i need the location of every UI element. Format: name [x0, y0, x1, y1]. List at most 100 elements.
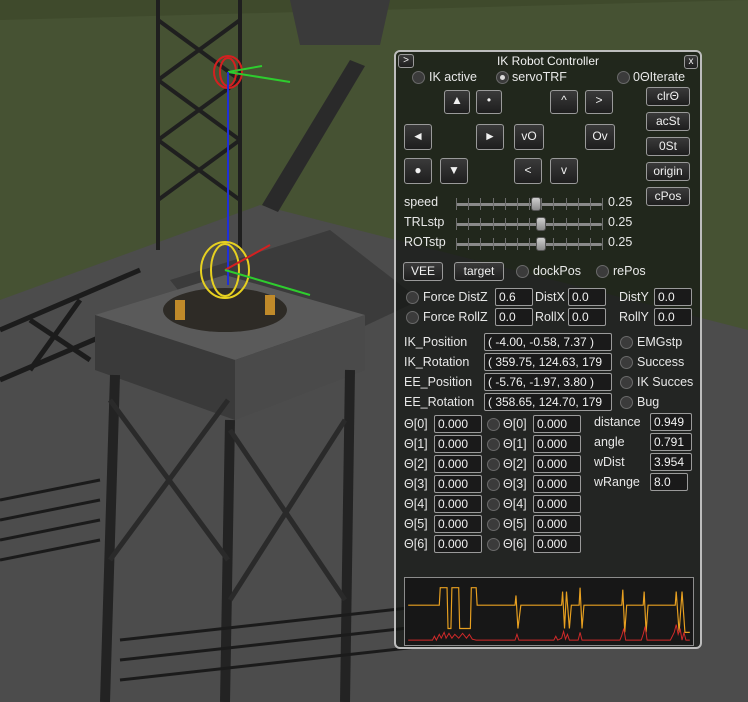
emg-stop-label: EMGstp [637, 335, 683, 349]
trl-step-slider-thumb[interactable] [535, 217, 546, 231]
roll-x-label: RollX [535, 310, 565, 324]
theta-lock-toggle-0[interactable] [487, 418, 500, 431]
zero-theta-iterate-toggle[interactable] [617, 71, 630, 84]
theta-input-6[interactable]: 0.000 [434, 535, 482, 553]
theta-label-6: Θ[6] [404, 537, 428, 551]
slider-tick [602, 198, 603, 210]
ik-position-label: IK_Position [404, 335, 468, 349]
speed-slider[interactable] [456, 197, 603, 211]
theta-target-input-3[interactable]: 0.000 [533, 475, 581, 493]
slider-tick [589, 238, 591, 250]
move-down-button[interactable]: ▼ [440, 158, 468, 184]
theta-lock-toggle-3[interactable] [487, 478, 500, 491]
theta-target-input-6[interactable]: 0.000 [533, 535, 581, 553]
theta-input-0[interactable]: 0.000 [434, 415, 482, 433]
speed-slider-thumb[interactable] [531, 197, 542, 211]
theta-target-input-0[interactable]: 0.000 [533, 415, 581, 433]
move-left-button[interactable]: ◄ [404, 124, 432, 150]
ik-rotation-value: ( 359.75, 124.63, 179 [484, 353, 612, 371]
ik-position-value: ( -4.00, -0.58, 7.37 ) [484, 333, 612, 351]
theta-input-1[interactable]: 0.000 [434, 435, 482, 453]
slider-tick [553, 238, 555, 250]
rot-step-slider[interactable] [456, 237, 603, 251]
roll-y-field[interactable]: 0.0 [654, 308, 692, 326]
ik-success-label: IK Succes [637, 375, 694, 389]
rotate-right-button[interactable]: > [585, 90, 613, 114]
theta-target-input-1[interactable]: 0.000 [533, 435, 581, 453]
force-dist-label: Force DistZ [423, 290, 488, 304]
ik-active-toggle[interactable] [412, 71, 425, 84]
ee-position-label: EE_Position [404, 375, 473, 389]
bug-label: Bug [637, 395, 660, 409]
theta-lock-toggle-6[interactable] [487, 538, 500, 551]
theta-input-3[interactable]: 0.000 [434, 475, 482, 493]
slider-tick [456, 238, 457, 250]
trl-step-value: 0.25 [608, 215, 633, 229]
move-right-button[interactable]: ► [476, 124, 504, 150]
vee-button[interactable]: VEE [403, 262, 443, 281]
distance-label: distance [594, 415, 641, 429]
theta-target-label-1: Θ[1] [503, 437, 527, 451]
theta-lock-toggle-2[interactable] [487, 458, 500, 471]
theta-lock-toggle-1[interactable] [487, 438, 500, 451]
w-range-field[interactable]: 8.0 [650, 473, 688, 491]
slider-tick [468, 238, 470, 250]
ac-st-button[interactable]: acSt [646, 112, 690, 131]
dist-y-field[interactable]: 0.0 [654, 288, 692, 306]
rot-step-slider-thumb[interactable] [535, 237, 546, 251]
roll-x-field[interactable]: 0.0 [568, 308, 606, 326]
theta-target-input-5[interactable]: 0.000 [533, 515, 581, 533]
move-up-button[interactable]: ▲ [444, 90, 470, 114]
trl-step-slider[interactable] [456, 217, 603, 231]
theta-target-label-6: Θ[6] [503, 537, 527, 551]
port-pad-2 [265, 295, 275, 315]
rotate-down-button[interactable]: v [550, 158, 578, 184]
force-roll-toggle[interactable] [406, 311, 419, 324]
ee-rotation-value: ( 358.65, 124.70, 179 [484, 393, 612, 411]
dist-z-field[interactable]: 0.6 [495, 288, 533, 306]
slider-tick [602, 238, 603, 250]
roll-ccw-button[interactable]: vO [514, 124, 544, 150]
slider-tick [589, 198, 591, 210]
center-dot-button[interactable]: • [476, 90, 502, 114]
ee-position-value: ( -5.76, -1.97, 3.80 ) [484, 373, 612, 391]
ik-active-label: IK active [429, 70, 477, 84]
close-button[interactable]: x [684, 55, 698, 69]
zero-theta-iterate-label: 0ΘIterate [633, 70, 686, 84]
re-pos-toggle[interactable] [596, 265, 609, 278]
slider-tick [602, 218, 603, 230]
target-button[interactable]: target [454, 262, 504, 281]
rotate-left-button[interactable]: < [514, 158, 542, 184]
slider-tick [541, 198, 543, 210]
theta-input-2[interactable]: 0.000 [434, 455, 482, 473]
theta-lock-toggle-4[interactable] [487, 498, 500, 511]
slider-tick [480, 218, 482, 230]
dist-y-label: DistY [619, 290, 649, 304]
yellow-trace [408, 587, 690, 633]
theta-lock-toggle-5[interactable] [487, 518, 500, 531]
theta-target-label-4: Θ[4] [503, 497, 527, 511]
c-pos-button[interactable]: cPos [646, 187, 690, 206]
slider-tick [504, 198, 506, 210]
dock-pos-toggle[interactable] [516, 265, 529, 278]
servo-trf-toggle[interactable] [496, 71, 509, 84]
rotate-up-button[interactable]: ^ [550, 90, 578, 114]
roll-z-field[interactable]: 0.0 [495, 308, 533, 326]
theta-target-input-2[interactable]: 0.000 [533, 455, 581, 473]
slider-tick [529, 238, 530, 250]
roll-cw-button[interactable]: Ov [585, 124, 615, 150]
dist-x-field[interactable]: 0.0 [568, 288, 606, 306]
emg-stop-toggle[interactable] [620, 336, 633, 349]
clr-theta-button[interactable]: clrΘ [646, 87, 690, 106]
move-forward-button[interactable]: ● [404, 158, 432, 184]
slider-tick [565, 198, 567, 210]
error-graph [404, 577, 694, 646]
zero-st-button[interactable]: 0St [646, 137, 690, 156]
origin-button[interactable]: origin [646, 162, 690, 181]
theta-input-4[interactable]: 0.000 [434, 495, 482, 513]
theta-target-label-2: Θ[2] [503, 457, 527, 471]
theta-input-5[interactable]: 0.000 [434, 515, 482, 533]
slider-tick [565, 218, 567, 230]
theta-target-input-4[interactable]: 0.000 [533, 495, 581, 513]
force-dist-toggle[interactable] [406, 291, 419, 304]
